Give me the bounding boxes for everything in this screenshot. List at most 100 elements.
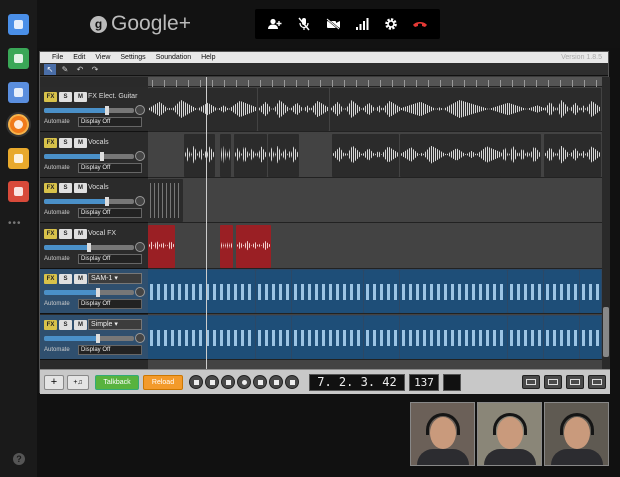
- audio-clip[interactable]: [544, 133, 601, 177]
- solo-button[interactable]: S: [59, 183, 72, 193]
- chat-app-icon[interactable]: [8, 14, 29, 35]
- mute-button[interactable]: M: [74, 228, 87, 239]
- audio-clip[interactable]: [544, 315, 579, 359]
- fx-button[interactable]: FX: [44, 137, 57, 148]
- audio-clip[interactable]: [500, 133, 541, 177]
- pan-knob[interactable]: [135, 241, 145, 252]
- mute-button[interactable]: M: [74, 319, 87, 330]
- mute-button[interactable]: M: [74, 274, 87, 284]
- mute-button[interactable]: M: [74, 183, 87, 193]
- track-lane[interactable]: [148, 269, 602, 314]
- reload-button[interactable]: Reload: [143, 374, 183, 390]
- games-app-icon[interactable]: [8, 181, 29, 202]
- add-person-icon[interactable]: [266, 15, 284, 33]
- menu-item-edit[interactable]: Edit: [73, 54, 85, 61]
- fx-button[interactable]: FX: [44, 274, 57, 284]
- pan-knob[interactable]: [135, 105, 145, 115]
- audio-clip[interactable]: [234, 133, 267, 177]
- audio-clip[interactable]: [292, 315, 363, 359]
- track-lane[interactable]: [148, 87, 602, 132]
- track-lane[interactable]: [148, 224, 602, 269]
- audio-clip[interactable]: [292, 270, 363, 313]
- keyboard-icon[interactable]: [566, 375, 584, 389]
- track-lane[interactable]: [148, 133, 602, 178]
- piano-roll-icon[interactable]: [544, 375, 562, 389]
- audio-clip[interactable]: [330, 88, 401, 131]
- export-icon[interactable]: [522, 375, 540, 389]
- audio-clip[interactable]: [256, 315, 291, 359]
- share-app-icon[interactable]: [8, 48, 29, 69]
- participant-1-video[interactable]: [410, 402, 475, 466]
- automation-select[interactable]: Display Off: [78, 162, 142, 173]
- audio-clip[interactable]: [258, 88, 329, 131]
- record-icon[interactable]: [237, 375, 251, 389]
- vertical-scrollbar[interactable]: [602, 77, 610, 386]
- audio-clip[interactable]: [580, 270, 601, 313]
- audio-clip[interactable]: [148, 179, 183, 222]
- help-icon[interactable]: ?: [13, 453, 25, 465]
- volume-knob[interactable]: [100, 151, 105, 161]
- audio-clip[interactable]: [220, 133, 231, 177]
- mic-muted-icon[interactable]: [295, 15, 313, 33]
- pan-knob[interactable]: [135, 196, 145, 206]
- undo-icon[interactable]: ↶: [74, 64, 86, 75]
- participant-3-video[interactable]: [544, 402, 609, 466]
- audio-clip[interactable]: [508, 315, 543, 359]
- volume-slider[interactable]: [44, 333, 134, 343]
- add-instrument-button[interactable]: +♫: [67, 374, 89, 390]
- pointer-tool-icon[interactable]: ↖: [44, 63, 56, 75]
- solo-button[interactable]: S: [59, 274, 72, 284]
- audio-clip[interactable]: [400, 270, 507, 313]
- pan-knob[interactable]: [135, 150, 145, 161]
- pan-knob[interactable]: [135, 332, 145, 343]
- audio-clip[interactable]: [268, 133, 299, 177]
- automation-select[interactable]: Display Off: [78, 344, 142, 355]
- loop-icon[interactable]: [285, 375, 299, 389]
- volume-slider[interactable]: [44, 151, 134, 161]
- more-apps-icon[interactable]: •••: [8, 218, 22, 229]
- automation-select[interactable]: Display Off: [78, 117, 142, 127]
- signal-bars-icon[interactable]: [353, 15, 371, 33]
- fast-forward-icon[interactable]: [269, 375, 283, 389]
- track-lane[interactable]: [148, 178, 602, 223]
- stop-icon[interactable]: [221, 375, 235, 389]
- audio-clip[interactable]: [220, 224, 233, 268]
- solo-button[interactable]: S: [59, 319, 72, 330]
- playhead[interactable]: [206, 77, 207, 386]
- audio-clip[interactable]: [364, 315, 399, 359]
- volume-slider[interactable]: [44, 288, 134, 297]
- volume-slider[interactable]: [44, 106, 134, 115]
- audio-clip[interactable]: [508, 270, 543, 313]
- solo-button[interactable]: S: [59, 92, 72, 102]
- menu-item-file[interactable]: File: [52, 54, 63, 61]
- arrangement-timeline[interactable]: [148, 77, 602, 386]
- audio-clip[interactable]: [544, 88, 601, 131]
- menu-item-soundation[interactable]: Soundation: [156, 54, 191, 61]
- audio-clip[interactable]: [364, 270, 399, 313]
- solo-button[interactable]: S: [59, 228, 72, 239]
- menu-item-settings[interactable]: Settings: [120, 54, 145, 61]
- audio-clip[interactable]: [236, 224, 271, 268]
- volume-slider[interactable]: [44, 197, 134, 206]
- audio-clip[interactable]: [332, 133, 399, 177]
- instrument-select[interactable]: Simple ▾: [88, 318, 142, 330]
- play-icon[interactable]: [253, 375, 267, 389]
- talkback-button[interactable]: Talkback: [95, 374, 139, 390]
- menu-item-help[interactable]: Help: [201, 54, 215, 61]
- volume-knob[interactable]: [96, 333, 100, 343]
- audio-clip[interactable]: [400, 133, 503, 177]
- volume-knob[interactable]: [96, 288, 100, 297]
- audio-clip[interactable]: [400, 315, 507, 359]
- rewind-start-icon[interactable]: [189, 375, 203, 389]
- audio-clip[interactable]: [544, 270, 579, 313]
- participant-2-video[interactable]: [477, 402, 542, 466]
- scrollbar-thumb[interactable]: [603, 307, 609, 357]
- camera-app-icon[interactable]: [8, 82, 29, 103]
- timeline-ruler[interactable]: [148, 77, 602, 87]
- automation-select[interactable]: Display Off: [78, 253, 142, 264]
- volume-slider[interactable]: [44, 242, 134, 252]
- hang-up-icon[interactable]: [411, 15, 429, 33]
- pan-knob[interactable]: [135, 287, 145, 297]
- menu-item-view[interactable]: View: [95, 54, 110, 61]
- effects-app-icon[interactable]: [8, 148, 29, 169]
